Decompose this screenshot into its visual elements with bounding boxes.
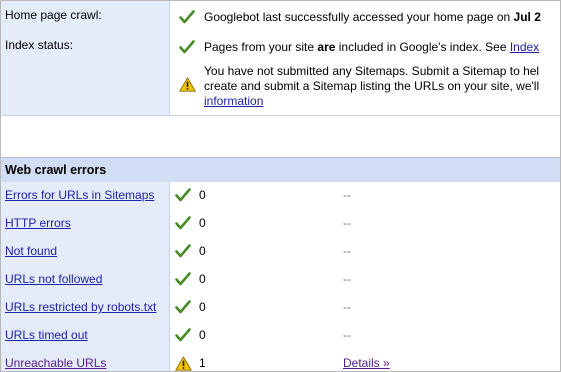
crawl-error-row: Not found 0 -- [1,238,560,267]
crawl-error-value-cell: 0 -- [170,210,560,238]
check-icon [179,40,195,54]
check-icon [175,300,191,314]
home-page-crawl-label: Home page crawl: [5,8,102,22]
index-status-bold-word: are [317,40,336,54]
crawl-error-label-cell: URLs not followed [1,266,170,294]
crawl-error-count: 1 [199,356,206,370]
crawl-error-link[interactable]: URLs restricted by robots.txt [5,300,156,314]
crawl-error-count: 0 [199,300,206,314]
index-status-text-prefix: Pages from your site [204,40,318,54]
crawl-error-details: -- [343,216,351,230]
web-crawl-errors-header: Web crawl errors [1,157,560,183]
home-page-crawl-text: Googlebot last successfully accessed you… [204,10,541,24]
crawl-error-link[interactable]: HTTP errors [5,216,71,230]
warning-icon [179,77,196,92]
home-page-crawl-label-cell: Home page crawl: [1,1,170,31]
home-page-crawl-date: Jul 2 [513,10,541,24]
home-page-crawl-text-prefix: Googlebot last successfully accessed you… [204,10,514,24]
sitemap-warning-line1: You have not submitted any Sitemaps. Sub… [204,64,540,78]
crawl-error-details: -- [343,188,351,202]
crawl-error-count: 0 [199,188,206,202]
crawl-error-row: URLs restricted by robots.txt 0 -- [1,294,560,323]
web-crawl-errors-title: Web crawl errors [5,163,107,177]
check-icon [175,328,191,342]
home-page-crawl-row: Home page crawl: Googlebot last successf… [1,1,560,32]
crawl-error-details: -- [343,272,351,286]
crawl-error-value-cell: 1 Details » [170,350,560,371]
sitemap-information-link[interactable]: information [204,94,263,108]
crawl-error-details: -- [343,244,351,258]
index-status-row: Index status: Pages from your site are i… [1,31,560,116]
crawl-error-value-cell: 0 -- [170,294,560,322]
crawl-error-count: 0 [199,328,206,342]
sitemap-warning-line2: create and submit a Sitemap listing the … [204,79,540,93]
crawl-error-value-cell: 0 -- [170,266,560,294]
crawl-error-row: Errors for URLs in Sitemaps 0 -- [1,182,560,211]
index-status-text-suffix: included in Google's index. See [335,40,510,54]
check-icon [175,244,191,258]
spacer [1,116,560,157]
sitemap-information-link-text[interactable]: information [204,94,263,108]
index-stats-link[interactable]: Index [510,40,539,54]
check-icon [175,272,191,286]
crawl-error-label-cell: Not found [1,238,170,266]
crawl-error-row: URLs timed out 0 -- [1,322,560,351]
crawl-error-link[interactable]: URLs timed out [5,328,88,342]
crawl-error-link[interactable]: URLs not followed [5,272,102,286]
home-page-crawl-value-cell: Googlebot last successfully accessed you… [170,1,560,31]
crawl-error-value-cell: 0 -- [170,322,560,350]
crawl-error-link[interactable]: Errors for URLs in Sitemaps [5,188,154,202]
crawl-error-value-cell: 0 -- [170,182,560,210]
index-status-value-cell: Pages from your site are included in Goo… [170,31,560,115]
crawl-error-label-cell: URLs timed out [1,322,170,350]
details-link[interactable]: Details » [343,356,390,370]
crawl-error-label-cell: Unreachable URLs [1,350,170,371]
crawl-error-details: -- [343,328,351,342]
check-icon [175,188,191,202]
crawl-error-count: 0 [199,272,206,286]
index-status-label-cell: Index status: [1,31,170,115]
crawl-error-value-cell: 0 -- [170,238,560,266]
crawl-error-count: 0 [199,216,206,230]
crawl-error-details: -- [343,300,351,314]
crawl-error-row: HTTP errors 0 -- [1,210,560,239]
crawl-error-row: URLs not followed 0 -- [1,266,560,295]
check-icon [179,10,195,24]
webmaster-tools-panel: Home page crawl: Googlebot last successf… [0,0,561,372]
crawl-error-link[interactable]: Unreachable URLs [5,356,106,370]
crawl-error-row: Unreachable URLs 1 Details » [1,350,560,371]
warning-icon [175,356,192,371]
crawl-error-label-cell: URLs restricted by robots.txt [1,294,170,322]
check-icon [175,216,191,230]
index-status-label: Index status: [5,38,74,52]
crawl-error-count: 0 [199,244,206,258]
crawl-error-link[interactable]: Not found [5,244,57,258]
index-status-line: Pages from your site are included in Goo… [204,40,539,54]
crawl-error-label-cell: HTTP errors [1,210,170,238]
crawl-error-label-cell: Errors for URLs in Sitemaps [1,182,170,210]
